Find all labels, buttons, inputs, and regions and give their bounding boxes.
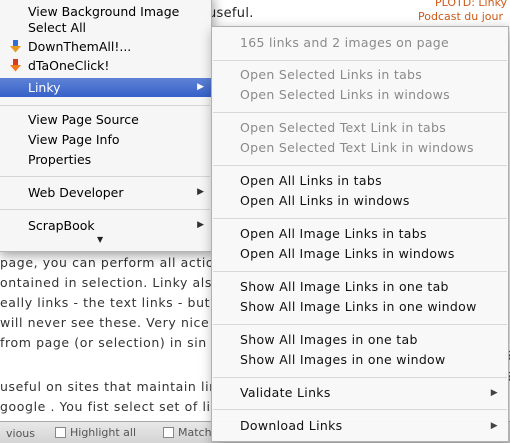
menu-item-label: View Page Source (28, 112, 139, 127)
menu-separator (0, 176, 210, 177)
menu-separator (213, 60, 507, 61)
menu-separator (213, 409, 507, 410)
menu-item-open-all-image-links-windows[interactable]: Open All Image Links in windows (212, 244, 508, 264)
menu-item-open-all-image-links-tabs[interactable]: Open All Image Links in tabs (212, 224, 508, 244)
highlight-all-button[interactable]: Highlight all (55, 426, 136, 439)
paragraph-line: page, you can perform all actio (0, 255, 212, 270)
menu-item-label: View Page Info (28, 132, 120, 147)
menu-item-validate-links[interactable]: Validate Links ▶ (212, 383, 508, 403)
menu-item-label: Download Links (240, 418, 343, 433)
menu-item-open-all-links-tabs[interactable]: Open All Links in tabs (212, 171, 508, 191)
sidebar-link-podcast[interactable]: Podcast du jour (418, 10, 503, 23)
menu-item-downthemall[interactable]: DownThemAll!... (0, 37, 211, 56)
menu-separator (213, 377, 507, 378)
menu-separator (0, 105, 210, 106)
menu-item-open-selected-links-windows[interactable]: Open Selected Links in windows (212, 85, 508, 105)
menu-item-label: Validate Links (240, 385, 331, 400)
submenu-arrow-icon: ▶ (197, 220, 204, 230)
menu-item-web-developer[interactable]: Web Developer ▶ (0, 183, 211, 202)
article-paragraph-2: useful on sites that maintain link googl… (0, 377, 212, 417)
find-previous-button[interactable]: vious (6, 427, 35, 440)
scroll-down-arrow-icon[interactable]: ▼ (97, 235, 103, 244)
highlight-icon (55, 427, 66, 438)
page-text-top: useful. (208, 6, 254, 21)
article-paragraph: page, you can perform all actio ontained… (0, 253, 212, 353)
menu-separator (213, 112, 507, 113)
downthemall-icon (10, 40, 21, 53)
menu-item-dta-oneclick[interactable]: dTaOneClick! (0, 56, 211, 75)
linky-submenu: 165 links and 2 images on page Open Sele… (211, 26, 509, 442)
linky-link-count: 165 links and 2 images on page (240, 35, 450, 50)
checkbox-icon (163, 427, 174, 438)
paragraph-line: from page (or selection) in sin (0, 335, 207, 350)
menu-item-label: View Background Image (28, 4, 180, 19)
menu-item-download-links[interactable]: Download Links ▶ (212, 416, 508, 436)
match-case-label: Match (178, 426, 212, 439)
menu-separator (213, 324, 507, 325)
menu-item-show-all-images-tab[interactable]: Show All Images in one tab (212, 330, 508, 350)
menu-item-label: DownThemAll!... (28, 39, 132, 54)
submenu-arrow-icon: ▶ (490, 388, 498, 398)
submenu-arrow-icon: ▶ (197, 187, 204, 197)
paragraph-line: useful on sites that maintain link (0, 379, 212, 394)
dta-oneclick-icon (10, 59, 21, 72)
submenu-arrow-icon: ▶ (197, 82, 204, 92)
menu-separator (0, 209, 210, 210)
sidebar-link-plotd[interactable]: PLOTD: Linky (435, 0, 507, 9)
menu-item-label: Web Developer (28, 185, 124, 200)
menu-separator (213, 165, 507, 166)
menu-item-open-selected-text-link-windows[interactable]: Open Selected Text Link in windows (212, 138, 508, 158)
menu-item-show-all-images-window[interactable]: Show All Images in one window (212, 350, 508, 370)
menu-item-label: dTaOneClick! (28, 58, 110, 73)
paragraph-line: google . You fist select set of li (0, 399, 211, 414)
menu-item-scrapbook[interactable]: ScrapBook ▶ (0, 216, 211, 235)
menu-item-show-all-image-links-tab[interactable]: Show All Image Links in one tab (212, 277, 508, 297)
match-case-checkbox[interactable]: Match (163, 426, 212, 439)
menu-item-view-page-source[interactable]: View Page Source (0, 110, 211, 129)
paragraph-line: ontained in selection. Linky also (0, 275, 212, 290)
menu-item-view-page-info[interactable]: View Page Info (0, 130, 211, 149)
menu-item-open-all-links-windows[interactable]: Open All Links in windows (212, 191, 508, 211)
menu-item-select-all[interactable]: Select All (0, 18, 211, 37)
menu-item-open-selected-text-link-tabs[interactable]: Open Selected Text Link in tabs (212, 118, 508, 138)
menu-separator (213, 218, 507, 219)
menu-item-label: Linky (28, 80, 61, 95)
highlight-all-label: Highlight all (70, 426, 137, 439)
submenu-arrow-icon: ▶ (490, 421, 498, 431)
paragraph-line: eally links - the text links - but (0, 295, 211, 310)
menu-item-linky[interactable]: Linky ▶ (0, 78, 211, 97)
paragraph-line: will never see these. Very nice (0, 315, 210, 330)
menu-item-label: ScrapBook (28, 218, 95, 233)
menu-item-properties[interactable]: Properties (0, 150, 211, 169)
menu-item-label: Select All (28, 20, 87, 35)
menu-item-label: Properties (28, 152, 92, 167)
context-menu: View Background Image Select All DownThe… (0, 0, 212, 252)
menu-separator (213, 271, 507, 272)
menu-item-show-all-image-links-window[interactable]: Show All Image Links in one window (212, 297, 508, 317)
menu-item-open-selected-links-tabs[interactable]: Open Selected Links in tabs (212, 65, 508, 85)
